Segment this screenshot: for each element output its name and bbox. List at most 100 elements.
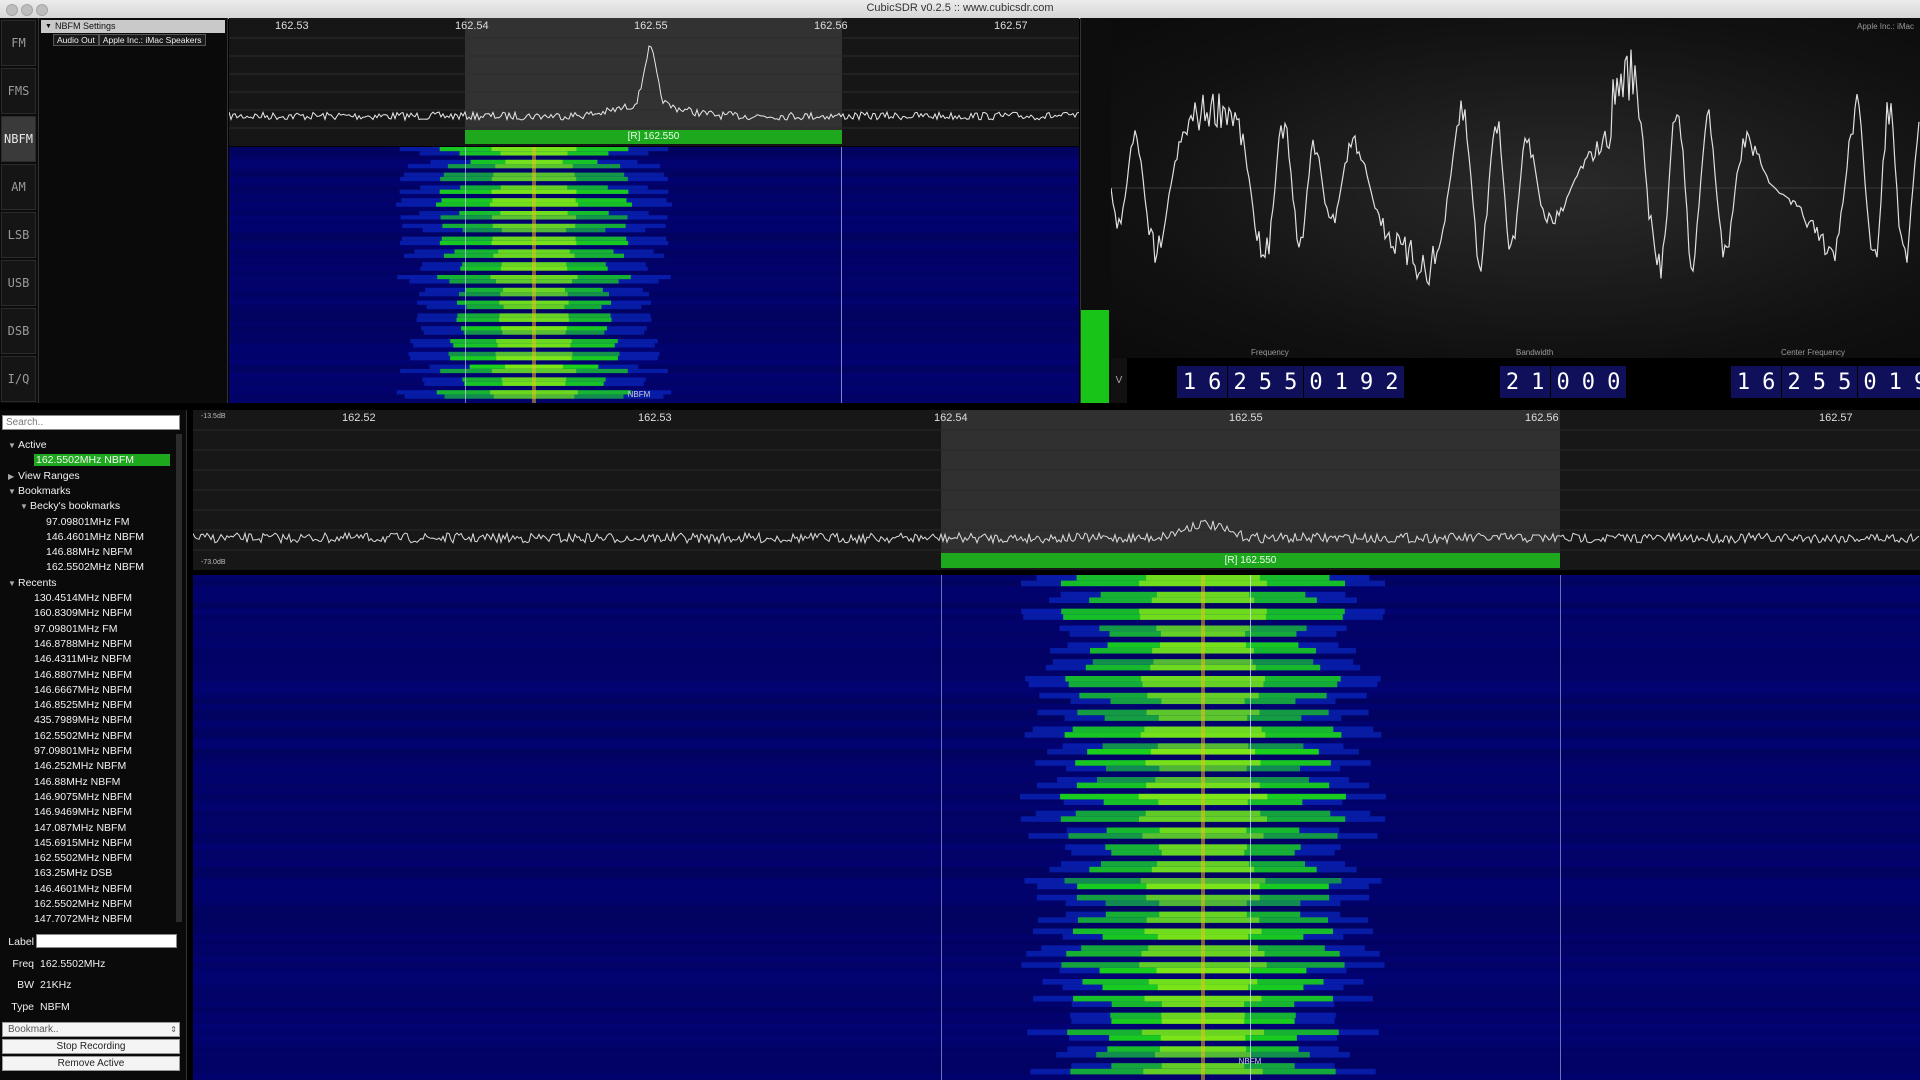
- recent-item[interactable]: 146.8807MHz NBFM: [34, 668, 132, 683]
- main-center-line: [1250, 575, 1251, 1080]
- main-waterfall[interactable]: NBFM: [193, 575, 1920, 1080]
- top-waterfall-mode-label: NBFM: [627, 390, 651, 399]
- tree-group-beckys-bookmarks[interactable]: ▼ Becky's bookmarks: [20, 499, 120, 514]
- top-spectrum-canvas[interactable]: 162.53 162.54 162.55 162.56 162.57 [R] 162.5…: [229, 18, 1079, 146]
- frequency-digit[interactable]: 2: [1227, 366, 1253, 398]
- top-tick-label: 162.54: [455, 20, 489, 32]
- tree-group-active[interactable]: ▼ Active: [8, 438, 47, 453]
- tree-item-label: 146.8788MHz NBFM: [34, 637, 133, 650]
- bookmark-item[interactable]: 97.09801MHz FM: [46, 515, 129, 530]
- recent-item[interactable]: 162.5502MHz NBFM: [34, 851, 132, 866]
- bandwidth-digit[interactable]: 0: [1601, 366, 1627, 398]
- title-bar: CubicSDR v0.2.5 :: www.cubicsdr.com: [0, 0, 1920, 19]
- tree-item-label: 162.5502MHz NBFM: [34, 852, 133, 865]
- expanded-triangle-icon[interactable]: ▼: [8, 576, 18, 591]
- frequency-digit[interactable]: 6: [1202, 366, 1228, 398]
- mode-button-nbfm[interactable]: NBFM: [1, 116, 36, 162]
- recent-item[interactable]: 146.4601MHz NBFM: [34, 882, 132, 897]
- recent-item[interactable]: 130.4514MHz NBFM: [34, 591, 132, 606]
- recent-item[interactable]: 146.9075MHz NBFM: [34, 790, 132, 805]
- center-frequency-digit[interactable]: 5: [1832, 366, 1858, 398]
- type-row: Type NBFM: [4, 1001, 70, 1013]
- mode-button-am[interactable]: AM: [1, 164, 36, 210]
- center-frequency-digit[interactable]: 1: [1882, 366, 1908, 398]
- recent-item[interactable]: 163.25MHz DSB: [34, 866, 112, 881]
- bandwidth-digit[interactable]: 1: [1525, 366, 1551, 398]
- recent-item[interactable]: 97.09801MHz NBFM: [34, 744, 132, 759]
- tree-item-label: 162.5502MHz NBFM: [34, 729, 133, 742]
- bandwidth-digit[interactable]: 2: [1500, 366, 1525, 398]
- tree-item-label: 146.8525MHz NBFM: [34, 699, 133, 712]
- center-frequency-digit[interactable]: 5: [1806, 366, 1832, 398]
- label-caption: Label: [8, 936, 34, 948]
- remove-active-button[interactable]: Remove Active: [2, 1056, 180, 1071]
- audio-out-select[interactable]: Apple Inc.: iMac Speakers: [98, 34, 206, 46]
- mode-button-iq[interactable]: I/Q: [1, 356, 36, 402]
- mode-button-usb[interactable]: USB: [1, 260, 36, 306]
- recent-item[interactable]: 146.8788MHz NBFM: [34, 637, 132, 652]
- main-demod-label: [R] 162.550: [1224, 555, 1277, 566]
- recent-item[interactable]: 146.4311MHz NBFM: [34, 652, 131, 667]
- center-frequency-digit[interactable]: 0: [1857, 366, 1883, 398]
- bookmark-item[interactable]: 162.5502MHz NBFM: [46, 560, 144, 575]
- frequency-digit[interactable]: 1: [1328, 366, 1354, 398]
- expanded-triangle-icon[interactable]: ▼: [8, 438, 18, 453]
- recent-item[interactable]: 146.252MHz NBFM: [34, 759, 126, 774]
- center-frequency-digit[interactable]: 2: [1781, 366, 1807, 398]
- mode-button-lsb[interactable]: LSB: [1, 212, 36, 258]
- recent-item[interactable]: 146.6667MHz NBFM: [34, 683, 132, 698]
- main-waterfall-mode-label: NBFM: [1238, 1057, 1262, 1066]
- tree-group-recents[interactable]: ▼ Recents: [8, 576, 57, 591]
- frequency-digit[interactable]: 5: [1252, 366, 1278, 398]
- recent-item[interactable]: 146.88MHz NBFM: [34, 775, 120, 790]
- audio-out-row: Audio Out Apple Inc.: iMac Speakers: [53, 34, 206, 46]
- tree-item-label: 435.7989MHz NBFM: [34, 714, 133, 727]
- active-bookmark-item[interactable]: 162.5502MHz NBFM: [34, 453, 171, 468]
- tree-group-bookmarks[interactable]: ▼ Bookmarks: [8, 484, 71, 499]
- collapse-triangle-icon[interactable]: ▼: [45, 20, 52, 33]
- tree-group-view-ranges[interactable]: ▶ View Ranges: [8, 469, 80, 484]
- frequency-digit[interactable]: 9: [1354, 366, 1380, 398]
- mode-button-dsb[interactable]: DSB: [1, 308, 36, 354]
- bookmark-search-input[interactable]: Search..: [2, 415, 180, 430]
- mode-button-fm[interactable]: FM: [1, 20, 36, 66]
- recent-item[interactable]: 146.9469MHz NBFM: [34, 805, 132, 820]
- recent-item[interactable]: 160.8309MHz NBFM: [34, 606, 132, 621]
- recent-item[interactable]: 435.7989MHz NBFM: [34, 713, 132, 728]
- center-frequency-digit[interactable]: 9: [1908, 366, 1920, 398]
- collapsed-triangle-icon[interactable]: ▶: [8, 469, 18, 484]
- expanded-triangle-icon[interactable]: ▼: [8, 484, 18, 499]
- recent-item[interactable]: 145.6915MHz NBFM: [34, 836, 132, 851]
- volume-toggle[interactable]: V: [1111, 358, 1127, 403]
- bookmark-select[interactable]: Bookmark.. ⇕: [2, 1022, 180, 1037]
- frequency-digit[interactable]: 1: [1177, 366, 1202, 398]
- gain-meter-level: [1081, 310, 1109, 403]
- expanded-triangle-icon[interactable]: ▼: [20, 499, 30, 514]
- main-spectrum-canvas[interactable]: -13.5dB -73.0dB 162.52 162.53 162.54 162.55…: [193, 410, 1920, 570]
- recent-item[interactable]: 162.5502MHz NBFM: [34, 897, 132, 912]
- tree-item-label: 146.4601MHz NBFM: [34, 882, 133, 895]
- tree-item-label: 147.087MHz NBFM: [34, 821, 127, 834]
- type-caption: Type: [11, 1001, 34, 1013]
- top-waterfall[interactable]: NBFM: [229, 147, 1079, 403]
- bandwidth-digit[interactable]: 0: [1550, 366, 1576, 398]
- db-bottom-label: -73.0dB: [201, 559, 226, 566]
- stop-recording-button[interactable]: Stop Recording: [2, 1039, 180, 1054]
- center-frequency-digit[interactable]: 1: [1731, 366, 1756, 398]
- bookmark-item[interactable]: 146.4601MHz NBFM: [46, 530, 144, 545]
- recent-item[interactable]: 97.09801MHz FM: [34, 622, 117, 637]
- recent-item[interactable]: 162.5502MHz NBFM: [34, 729, 132, 744]
- settings-header[interactable]: ▼ NBFM Settings: [41, 20, 225, 33]
- center-frequency-digit[interactable]: 6: [1756, 366, 1782, 398]
- frequency-digit[interactable]: 2: [1379, 366, 1405, 398]
- bookmark-item[interactable]: 146.88MHz NBFM: [46, 545, 132, 560]
- mode-button-fms[interactable]: FMS: [1, 68, 36, 114]
- bandwidth-digit[interactable]: 0: [1575, 366, 1601, 398]
- frequency-digit[interactable]: 0: [1303, 366, 1329, 398]
- recent-item[interactable]: 146.8525MHz NBFM: [34, 698, 132, 713]
- recent-item[interactable]: 147.087MHz NBFM: [34, 821, 126, 836]
- recent-item[interactable]: 147.7072MHz NBFM: [34, 912, 132, 927]
- label-input[interactable]: [36, 934, 177, 948]
- bookmark-tree-scrollbar[interactable]: [176, 434, 182, 922]
- frequency-digit[interactable]: 5: [1278, 366, 1304, 398]
